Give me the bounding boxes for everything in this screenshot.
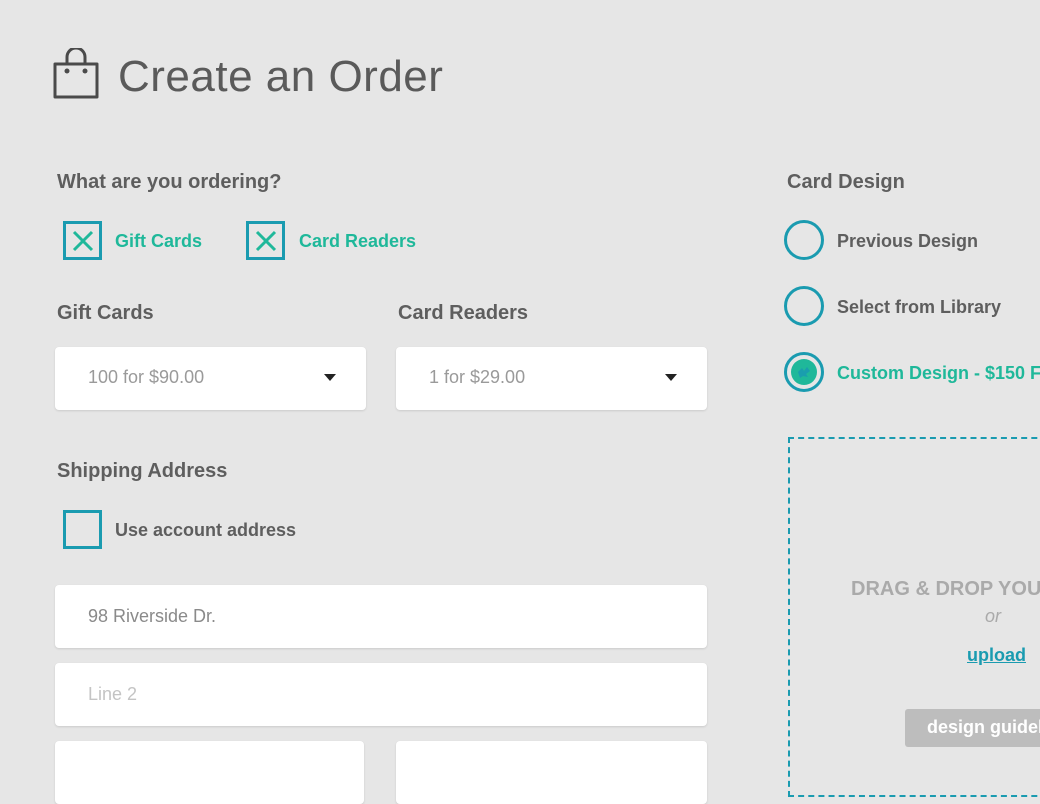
dropzone-or-text: or bbox=[985, 606, 1002, 626]
card-design-heading: Card Design bbox=[787, 171, 905, 193]
gift-cards-checkbox[interactable] bbox=[63, 221, 102, 260]
shopping-bag-icon bbox=[53, 48, 99, 99]
upload-link[interactable]: upload bbox=[967, 645, 1026, 666]
gift-cards-quantity-select[interactable]: 100 for $90.00 bbox=[55, 347, 366, 410]
x-mark-icon bbox=[72, 230, 93, 251]
x-mark-icon bbox=[255, 230, 276, 251]
address-line1-input[interactable] bbox=[55, 585, 707, 648]
radio-select-from-library[interactable] bbox=[784, 286, 824, 326]
use-account-address-checkbox[interactable] bbox=[63, 510, 102, 549]
shipping-heading: Shipping Address bbox=[57, 460, 228, 482]
address-line2-input[interactable] bbox=[55, 663, 707, 726]
caret-down-icon bbox=[324, 374, 336, 381]
gift-cards-selected-value: 100 for $90.00 bbox=[88, 367, 205, 387]
page-title: Create an Order bbox=[118, 52, 444, 101]
card-readers-selected-value: 1 for $29.00 bbox=[429, 367, 526, 387]
sparkle-icon bbox=[798, 367, 810, 378]
city-input[interactable] bbox=[55, 741, 364, 804]
card-readers-heading: Card Readers bbox=[398, 302, 529, 324]
radio-select-from-library-label[interactable]: Select from Library bbox=[837, 297, 1001, 318]
radio-custom-design-label[interactable]: Custom Design - $150 Fe bbox=[837, 363, 1040, 384]
gift-cards-heading: Gift Cards bbox=[57, 302, 154, 324]
caret-down-icon bbox=[665, 374, 677, 381]
radio-previous-design-label[interactable]: Previous Design bbox=[837, 231, 978, 252]
use-account-address-label[interactable]: Use account address bbox=[115, 520, 296, 541]
card-readers-checkbox-label[interactable]: Card Readers bbox=[299, 231, 416, 252]
ordering-heading: What are you ordering? bbox=[57, 171, 282, 193]
card-readers-quantity-select[interactable]: 1 for $29.00 bbox=[396, 347, 707, 410]
design-guidelines-button[interactable]: design guideli bbox=[905, 709, 1040, 747]
zip-input[interactable] bbox=[396, 741, 707, 804]
gift-cards-checkbox-label[interactable]: Gift Cards bbox=[115, 231, 202, 252]
radio-previous-design[interactable] bbox=[784, 220, 824, 260]
radio-custom-design[interactable] bbox=[784, 352, 824, 392]
card-readers-checkbox[interactable] bbox=[246, 221, 285, 260]
selected-indicator-icon bbox=[791, 359, 817, 385]
dropzone-title: DRAG & DROP YOU bbox=[851, 578, 1040, 600]
